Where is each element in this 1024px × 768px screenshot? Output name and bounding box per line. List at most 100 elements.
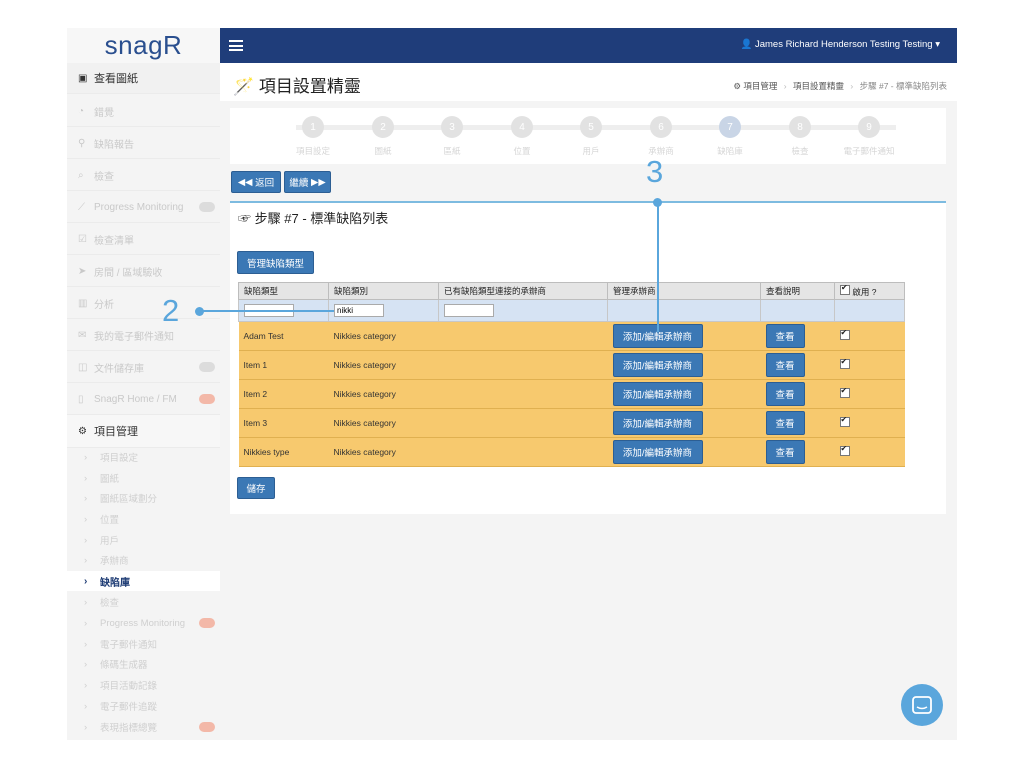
search-icon: ⌕ [78,169,84,181]
chevron-right-icon: › [84,596,88,608]
sidebar-item-document-repository[interactable]: ◫ 文件儲存庫 [67,352,237,383]
breadcrumb-link-wizard[interactable]: 項目設置精靈 [793,81,844,91]
sub-item-users[interactable]: › 用戶 [67,530,237,550]
view-description-button[interactable]: 查看 [765,382,805,406]
view-description-button[interactable]: 查看 [765,353,805,377]
annotation-line [657,202,659,332]
sub-item-barcode-generator[interactable]: › 條碼生成器 [67,654,237,674]
view-description-button[interactable]: 查看 [765,324,805,348]
sidebar-item-email-notifications[interactable]: ✉ 我的電子郵件通知 [67,320,237,351]
sub-item-kpi-overview[interactable]: › 表現指標總覽 [67,717,237,737]
send-icon: ➤ [78,265,87,277]
defect-category-cell: Nikkies category [328,408,439,438]
manage-defect-types-button[interactable]: 管理缺陷類型 [237,251,314,274]
badge [199,618,215,628]
wizard-step-9[interactable]: 9 [858,116,880,138]
next-button[interactable]: 繼續 ▶▶ [284,171,331,193]
column-header-enabled-label: 啟用 ? [852,286,877,297]
sub-item-locations[interactable]: › 位置 [67,509,237,529]
wizard-step-4[interactable]: 4 [511,116,533,138]
sidebar-item-inspection[interactable]: ⌕ 檢查 [67,160,237,191]
snagr-logo[interactable]: snagR [105,30,183,61]
sub-item-contractors[interactable]: › 承辦商 [67,550,237,570]
sidebar-item-analysis[interactable]: ▥ 分析 [67,288,237,319]
sidebar-item-dashboard[interactable]: ◔ 錯覺 [67,96,237,127]
sub-item-defect-library[interactable]: › 缺陷庫 [67,571,237,591]
sidebar-item-snagr-home[interactable]: ▯ SnagR Home / FM [67,384,237,415]
column-header-defect-category[interactable]: 缺陷類別 [328,282,439,300]
chevron-right-icon: › [84,472,88,484]
enabled-checkbox[interactable] [839,328,850,340]
sub-item-drawings[interactable]: › 圖紙 [67,468,237,488]
enabled-checkbox[interactable] [839,386,850,398]
column-header-linked-contractors[interactable]: 已有缺陷類型連接的承辦商 [438,282,608,300]
checklist-icon: ☑ [78,233,87,245]
chart-icon: ⟋ [78,201,85,213]
breadcrumb-link-project-management[interactable]: 項目管理 [743,81,777,91]
sidebar-item-progress-monitoring[interactable]: ⟋ Progress Monitoring [67,192,237,223]
wizard-step-7[interactable]: 7 [719,116,741,138]
add-edit-contractor-button[interactable]: 添加/編輯承辦商 [612,440,703,464]
view-description-button[interactable]: 查看 [765,411,805,435]
enable-all-checkbox[interactable] [840,283,850,295]
sidebar-item-checklist[interactable]: ☑ 檢查清單 [67,224,237,255]
enabled-checkbox[interactable] [839,415,850,427]
annotation-number-3: 3 [646,154,664,189]
sub-item-inspection[interactable]: › 檢查 [67,592,237,612]
dashboard-icon: ◔ [78,105,85,117]
badge [199,362,215,372]
defect-category-cell: Nikkies category [328,321,439,351]
wizard-step-5[interactable]: 5 [580,116,602,138]
annotation-number-2: 2 [162,293,180,328]
sidebar-item-handover[interactable]: ➤ 房間 / 區域驗收 [67,256,237,287]
sub-item-activity-log[interactable]: › 項目活動記錄 [67,675,237,695]
save-button[interactable]: 儲存 [237,477,275,499]
enabled-checkbox[interactable] [839,444,850,456]
defect-category-filter-input[interactable] [334,304,384,317]
wizard-step-label: 電子郵件通知 [843,146,895,156]
sub-item-progress-monitoring[interactable]: › Progress Monitoring [67,613,237,633]
sub-item-drawing-zones[interactable]: › 圖紙區域劃分 [67,488,237,508]
chevron-right-icon: › [84,554,88,566]
hamburger-menu-icon[interactable] [229,40,243,51]
view-description-button[interactable]: 查看 [765,440,805,464]
wizard-step-label: 用戶 [582,146,600,156]
sidebar-item-view-drawings[interactable]: ▣ 查看圖紙 [67,63,237,94]
back-button[interactable]: ◀◀ 返回 [231,171,281,193]
bar-chart-icon: ▥ [78,297,88,309]
wizard-step-3[interactable]: 3 [441,116,463,138]
column-header-enabled[interactable]: 啟用 ? [834,282,905,300]
logo-area[interactable]: snagR [67,28,220,64]
chat-widget-button[interactable] [901,684,943,726]
defect-type-cell: Item 2 [238,379,329,409]
sidebar-section-project-management[interactable]: ⚙ 項目管理 [67,415,237,448]
add-edit-contractor-button[interactable]: 添加/編輯承辦商 [612,411,703,435]
wizard-step-1[interactable]: 1 [302,116,324,138]
sub-item-label: 條碼生成器 [100,660,148,671]
add-edit-contractor-button[interactable]: 添加/編輯承辦商 [612,382,703,406]
sub-item-email-tracking[interactable]: › 電子郵件追蹤 [67,696,237,716]
sub-item-email-notifications[interactable]: › 電子郵件通知 [67,634,237,654]
sidebar-item-defect-report[interactable]: ⚲ 缺陷報告 [67,128,237,159]
sub-item-label: 位置 [100,515,120,526]
enabled-checkbox[interactable] [839,357,850,369]
filter-cell-empty [834,299,905,322]
column-header-view-description[interactable]: 查看說明 [760,282,835,300]
chat-icon [912,696,932,714]
user-menu[interactable]: 👤 James Richard Henderson Testing Testin… [740,39,940,50]
defect-type-cell: Adam Test [238,321,329,351]
image-icon: ▣ [78,72,88,84]
add-edit-contractor-button[interactable]: 添加/編輯承辦商 [612,353,703,377]
filter-row [238,299,905,322]
defect-table: 缺陷類型 缺陷類別 已有缺陷類型連接的承辦商 管理承辦商 查看說明 啟用 ? A… [238,282,905,467]
column-header-defect-type[interactable]: 缺陷類型 [238,282,329,300]
sidebar-item-label: 文件儲存庫 [94,363,144,375]
page-title: 🪄 項目設置精靈 [233,72,361,97]
sidebar-item-label: SnagR Home / FM [94,393,177,405]
wizard-step-8[interactable]: 8 [789,116,811,138]
wizard-step-2[interactable]: 2 [372,116,394,138]
column-header-manage-contractors[interactable]: 管理承辦商 [607,282,761,300]
contractor-filter-input[interactable] [444,304,494,317]
wizard-step-6[interactable]: 6 [650,116,672,138]
sub-item-project-settings[interactable]: › 項目設定 [67,447,237,467]
